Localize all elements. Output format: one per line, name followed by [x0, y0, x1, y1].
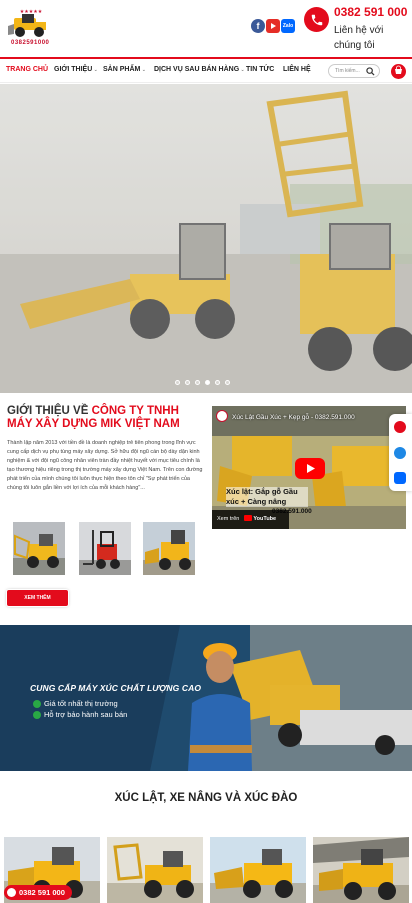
- floating-contact-bar: [389, 414, 412, 491]
- intro-thumbnail-wheel-loader[interactable]: [143, 522, 195, 575]
- product-card[interactable]: [210, 837, 306, 903]
- intro-thumbnail-loader-grapple[interactable]: [13, 522, 65, 575]
- nav-item-home[interactable]: TRANG CHỦ: [6, 66, 48, 73]
- video-overlay-text: Xúc lật: Gắp gỗ Gầu xúc + Càng nâng: [226, 487, 308, 507]
- check-icon: [33, 700, 41, 708]
- slider-dots: [175, 380, 230, 385]
- product-card[interactable]: [107, 837, 203, 903]
- youtube-wordmark: YouTube: [253, 516, 277, 522]
- product-image: [210, 837, 306, 903]
- nav-item-news[interactable]: TIN TỨC: [246, 66, 274, 73]
- chevron-down-icon: ⌄: [239, 67, 245, 73]
- nav-label: SẢN PHẨM: [103, 66, 141, 73]
- banner-benefit: Giá tốt nhất thị trường: [44, 699, 118, 708]
- social-links: f Zalo: [251, 19, 295, 33]
- nav-item-about[interactable]: GIỚI THIỆU ⌄: [54, 66, 98, 73]
- hero-slider[interactable]: [0, 84, 412, 393]
- play-icon: [307, 464, 315, 473]
- nav-item-products[interactable]: SẢN PHẨM ⌄: [103, 66, 146, 73]
- slider-dot[interactable]: [195, 380, 200, 385]
- main-navigation: TRANG CHỦ GIỚI THIỆU ⌄ SẢN PHẨM ⌄ DỊCH V…: [0, 57, 412, 83]
- slider-dot[interactable]: [225, 380, 230, 385]
- check-icon: [33, 711, 41, 719]
- slider-dot[interactable]: [185, 380, 190, 385]
- messenger-icon[interactable]: [394, 447, 406, 459]
- search-placeholder: Tìm kiếm...: [335, 68, 360, 74]
- floating-call-number: 0382 591 000: [19, 888, 65, 897]
- hotline-caption: Liên hệ với chúng tôi: [334, 25, 384, 51]
- hotline[interactable]: 0382 591 000 Liên hệ với chúng tôi: [304, 5, 412, 53]
- products-section-title: XÚC LẬT, XE NÂNG VÀ XÚC ĐÀO: [114, 792, 298, 804]
- chevron-down-icon: ⌄: [92, 67, 98, 73]
- nav-label: GIỚI THIỆU: [54, 66, 93, 73]
- facebook-icon[interactable]: f: [251, 19, 265, 33]
- slider-dot[interactable]: [175, 380, 180, 385]
- call-icon: [7, 888, 16, 897]
- slider-dot-active[interactable]: [205, 380, 210, 385]
- video-title: Xúc Lật Gầu Xúc + Kẹp gỗ - 0382.591.000: [232, 414, 355, 421]
- intro-title: GIỚI THIỆU VỀ CÔNG TY TNHH MÁY XÂY DỰNG …: [7, 405, 202, 431]
- logo-phone-text: 0382591000: [11, 40, 50, 46]
- intro-title-prefix: GIỚI THIỆU VỀ: [7, 405, 92, 417]
- floating-phone-icon[interactable]: [394, 421, 406, 433]
- slider-dot[interactable]: [215, 380, 220, 385]
- product-image: [107, 837, 203, 903]
- youtube-logo-icon: [243, 515, 252, 521]
- company-logo[interactable]: ★★★★★ 0382591000: [6, 4, 56, 50]
- watch-on-youtube[interactable]: Xem trên YouTube: [212, 510, 289, 529]
- read-more-button[interactable]: XEM THÊM: [7, 590, 68, 606]
- search-input[interactable]: Tìm kiếm...: [328, 64, 380, 78]
- nav-label: LIÊN HỆ: [283, 66, 311, 73]
- phone-icon: [304, 7, 329, 32]
- banner-title: CUNG CẤP MÁY XÚC CHẤT LƯỢNG CAO: [30, 683, 202, 693]
- nav-item-contact[interactable]: LIÊN HỆ: [283, 66, 311, 73]
- youtube-icon[interactable]: [266, 19, 280, 33]
- nav-label: TRANG CHỦ: [6, 66, 48, 73]
- nav-label: TIN TỨC: [246, 66, 275, 73]
- nav-item-after-sales[interactable]: DỊCH VỤ SAU BÁN HÀNG ⌄: [154, 66, 245, 73]
- video-channel-avatar: [216, 410, 228, 422]
- cart-button[interactable]: [391, 64, 406, 79]
- youtube-play-button[interactable]: [295, 458, 325, 479]
- zalo-float-icon[interactable]: [394, 472, 406, 484]
- floating-call-button[interactable]: 0382 591 000: [4, 885, 72, 900]
- watch-on-label: Xem trên: [217, 516, 240, 522]
- cart-icon: [395, 65, 402, 74]
- nav-label: DỊCH VỤ SAU BÁN HÀNG: [154, 66, 240, 73]
- product-image: [313, 837, 409, 903]
- banner-benefit: Hỗ trợ bảo hành sau bán: [44, 710, 128, 719]
- zalo-icon[interactable]: Zalo: [281, 19, 295, 33]
- promo-banner: [0, 625, 412, 771]
- site-header: ★★★★★ 0382591000 f Zalo 0382 591 000 Liê…: [0, 0, 412, 56]
- banner-image: [0, 625, 412, 771]
- intro-text: Thành lập năm 2013 với tiền đề là doanh …: [7, 440, 203, 491]
- hotline-number[interactable]: 0382 591 000: [334, 5, 407, 19]
- youtube-video-embed[interactable]: Xúc Lật Gầu Xúc + Kẹp gỗ - 0382.591.000 …: [212, 406, 406, 529]
- hero-image: [0, 84, 412, 393]
- intro-thumbnail-forklift[interactable]: [79, 522, 131, 575]
- product-card[interactable]: [313, 837, 409, 903]
- search-icon[interactable]: [366, 67, 375, 76]
- chevron-down-icon: ⌄: [140, 67, 146, 73]
